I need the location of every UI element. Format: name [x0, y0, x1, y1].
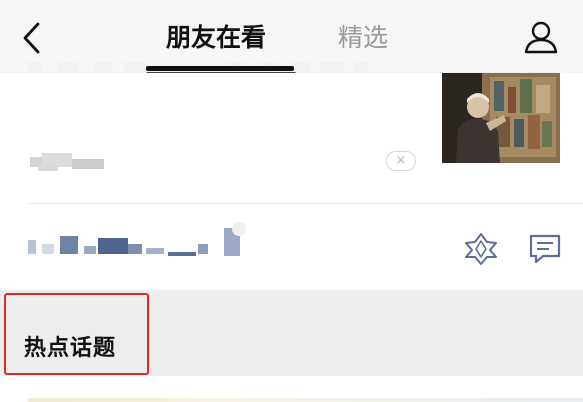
elderly-man-viewing-painting-photo — [442, 73, 560, 163]
friend-reaction-row — [0, 204, 583, 290]
active-tab-indicator — [146, 66, 294, 71]
annotation-highlight-box — [4, 293, 149, 375]
wow-button[interactable] — [462, 230, 500, 268]
top-navigation-bar: 朋友在看 精选 — [0, 0, 583, 72]
comment-icon — [529, 234, 561, 264]
article-thumbnail[interactable] — [442, 73, 560, 163]
dismiss-button[interactable]: × — [386, 151, 416, 171]
friend-names-obscured — [28, 218, 258, 268]
tab-friends-watching[interactable]: 朋友在看 — [166, 18, 266, 54]
next-card-image-edge — [28, 398, 583, 402]
back-button[interactable] — [18, 20, 48, 56]
next-card-edge — [0, 376, 583, 402]
tab-featured[interactable]: 精选 — [338, 18, 388, 54]
wechat-top-stories-page: × 热点话题 朋友在看 精选 — [0, 0, 583, 402]
wow-star-icon — [465, 233, 497, 265]
article-source-obscured — [30, 153, 104, 173]
comment-button[interactable] — [526, 230, 564, 268]
profile-button[interactable] — [522, 18, 560, 56]
user-profile-icon — [524, 21, 558, 54]
back-chevron-icon — [23, 22, 40, 54]
